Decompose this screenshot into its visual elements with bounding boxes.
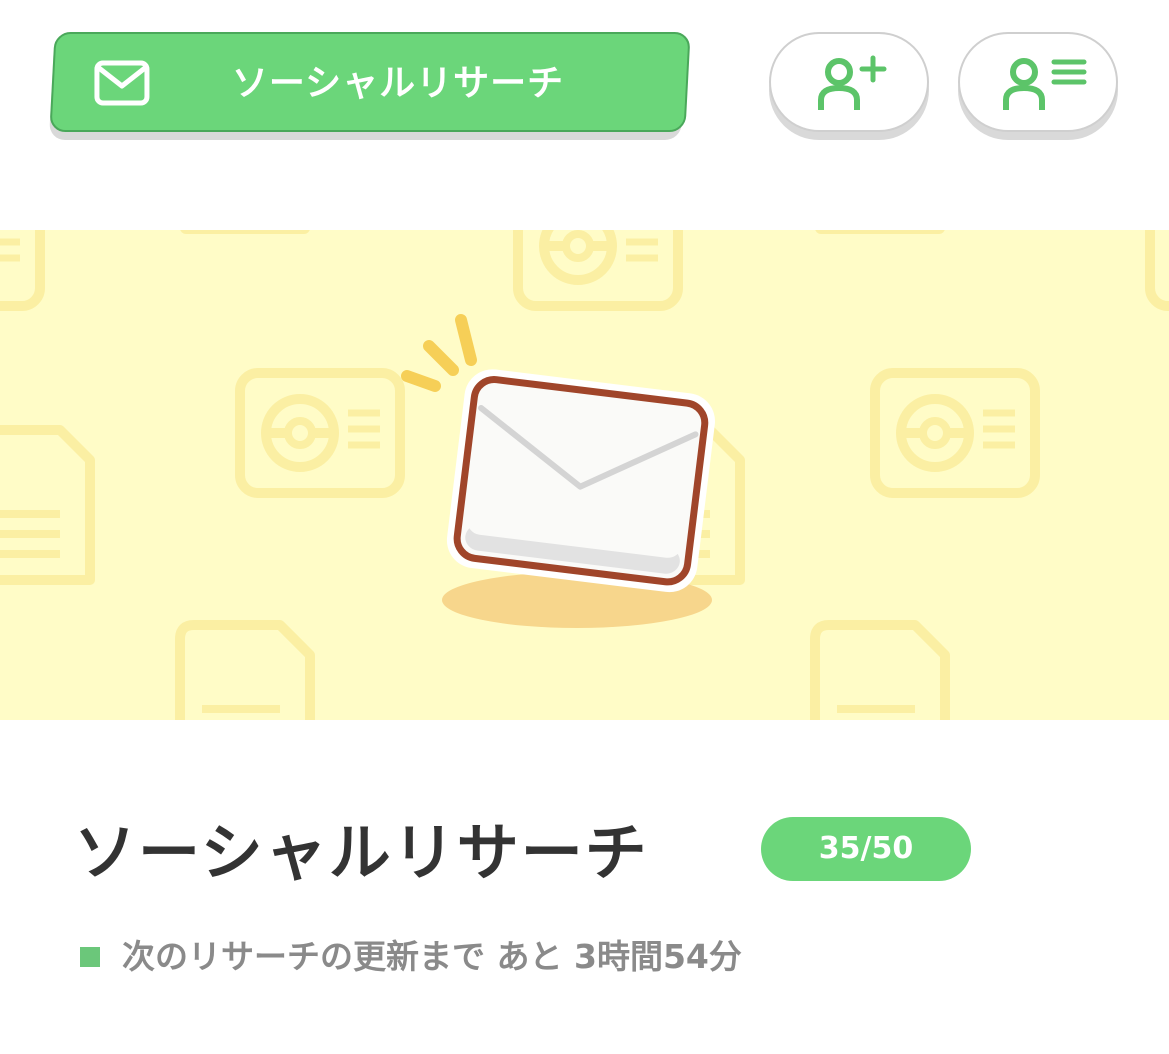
add-friend-button-face[interactable] — [769, 32, 929, 132]
header-tab-face: ソーシャルリサーチ — [49, 32, 691, 132]
add-friend-button[interactable] — [769, 32, 929, 140]
mail-icon — [94, 60, 150, 106]
friend-list-button[interactable] — [958, 32, 1118, 140]
refresh-countdown-text: 次のリサーチの更新まで あと 3時間54分 — [122, 937, 742, 976]
header-title: ソーシャルリサーチ — [231, 63, 565, 104]
research-title: ソーシャルリサーチ — [74, 816, 649, 889]
bullet-marker — [80, 947, 100, 967]
friend-list-icon — [1003, 58, 1087, 110]
envelope-icon — [401, 314, 715, 628]
friend-list-button-face[interactable] — [958, 32, 1118, 132]
add-friend-icon — [818, 55, 887, 110]
social-research-header-tab: ソーシャルリサーチ — [48, 32, 694, 140]
research-count-badge: 35/50 — [761, 817, 971, 881]
research-banner — [0, 230, 1169, 720]
